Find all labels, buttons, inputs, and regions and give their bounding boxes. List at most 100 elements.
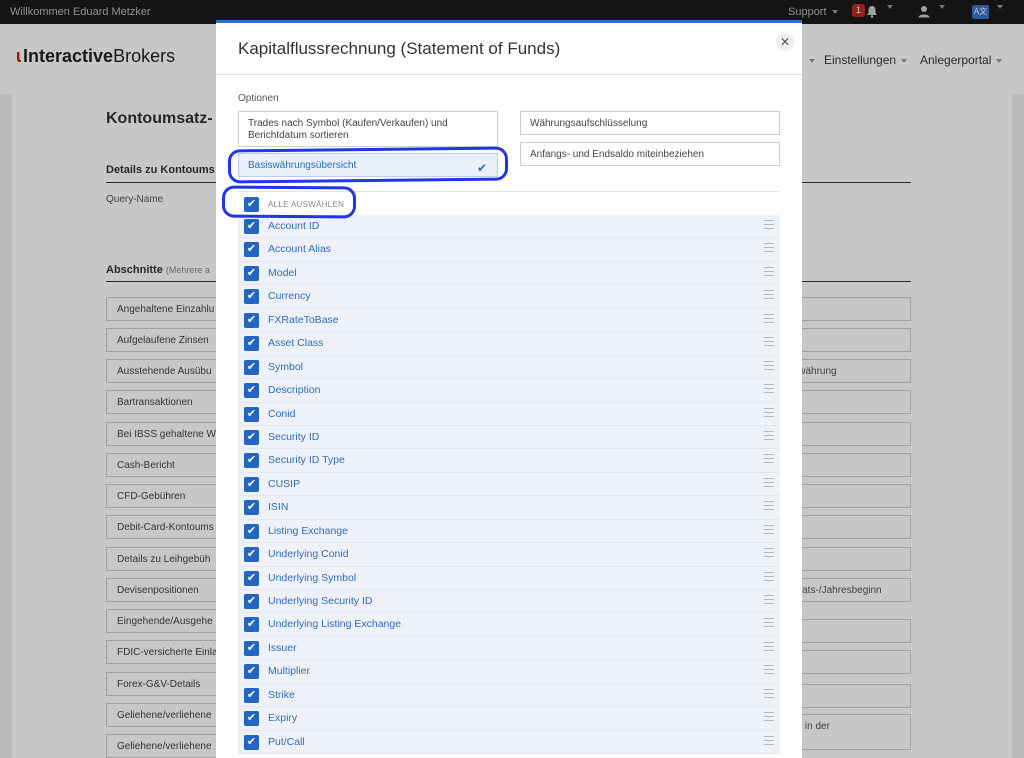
- checkmark-icon: ✔: [246, 477, 257, 490]
- field-row[interactable]: ✔ FXRateToBase: [238, 308, 780, 333]
- field-label: Issuer: [268, 641, 297, 654]
- field-checkbox[interactable]: ✔: [244, 594, 259, 609]
- field-label: CUSIP: [268, 477, 301, 490]
- field-checkbox[interactable]: ✔: [244, 406, 259, 422]
- checkmark-icon: ✔: [246, 618, 257, 631]
- field-row[interactable]: ✔ Underlying Security ID: [238, 590, 780, 614]
- field-checkbox[interactable]: ✔: [244, 734, 259, 750]
- checkmark-icon: ✔: [246, 360, 257, 373]
- field-label: Account Alias: [268, 243, 332, 256]
- checkmark-icon: ✔: [246, 220, 257, 232]
- drag-handle-icon[interactable]: [764, 266, 774, 279]
- option-sort-trades[interactable]: Trades nach Symbol (Kaufen/Verkaufen) un…: [238, 111, 498, 147]
- drag-handle-icon[interactable]: [764, 641, 774, 654]
- option-currency-breakdown[interactable]: Währungsaufschlüsselung: [520, 111, 780, 135]
- field-row[interactable]: ✔ Expiry: [238, 707, 780, 731]
- drag-handle-icon[interactable]: [764, 407, 774, 420]
- field-checkbox[interactable]: ✔: [244, 547, 259, 563]
- field-row[interactable]: ✔ Put/Call: [238, 730, 780, 755]
- field-row[interactable]: ✔ CUSIP: [238, 472, 780, 497]
- checkmark-icon: ✔: [246, 665, 257, 678]
- field-checkbox[interactable]: ✔: [244, 312, 259, 328]
- field-checkbox[interactable]: ✔: [244, 640, 259, 656]
- checkmark-icon: ✔: [246, 290, 257, 303]
- field-checkbox[interactable]: ✔: [244, 336, 259, 352]
- field-label: Put/Call: [268, 735, 305, 748]
- field-row[interactable]: ✔ Account ID: [238, 215, 780, 239]
- drag-handle-icon[interactable]: [764, 454, 774, 466]
- field-row[interactable]: ✔ Strike: [238, 683, 780, 708]
- checkmark-icon: ✔: [246, 243, 257, 256]
- drag-handle-icon[interactable]: [764, 290, 774, 302]
- checkmark-icon: ✔: [246, 712, 257, 725]
- field-label: Underlying Symbol: [268, 571, 357, 584]
- checkmark-icon: ✔: [246, 384, 257, 397]
- drag-handle-icon[interactable]: [764, 712, 774, 724]
- drag-handle-icon[interactable]: [764, 665, 774, 677]
- field-row[interactable]: ✔ Asset Class: [238, 332, 780, 356]
- field-checkbox[interactable]: ✔: [244, 664, 259, 680]
- checkmark-icon: ✔: [246, 266, 257, 279]
- highlight-annotation: [227, 146, 509, 184]
- field-checkbox[interactable]: ✔: [244, 265, 259, 281]
- field-row[interactable]: ✔ Account Alias: [238, 238, 780, 262]
- drag-handle-icon[interactable]: [764, 384, 774, 396]
- options-label: Optionen: [238, 93, 279, 104]
- field-label: Currency: [268, 290, 311, 303]
- field-label: Description: [268, 384, 321, 397]
- drag-handle-icon[interactable]: [764, 430, 774, 443]
- field-row[interactable]: ✔ Multiplier: [238, 660, 780, 684]
- field-row[interactable]: ✔ Underlying Symbol: [238, 566, 780, 590]
- field-checkbox[interactable]: ✔: [244, 711, 259, 727]
- field-label: Multiplier: [268, 665, 311, 678]
- field-label: Symbol: [268, 360, 304, 373]
- drag-handle-icon[interactable]: [764, 735, 774, 748]
- field-checkbox[interactable]: ✔: [244, 500, 259, 516]
- field-row[interactable]: ✔ Currency: [238, 285, 780, 309]
- field-row[interactable]: ✔ Security ID Type: [238, 449, 780, 473]
- highlight-annotation: [221, 185, 357, 219]
- drag-handle-icon[interactable]: [764, 571, 774, 584]
- field-row[interactable]: ✔ Underlying Listing Exchange: [238, 613, 780, 637]
- field-label: Conid: [268, 407, 296, 420]
- option-opening-closing-balance[interactable]: Anfangs- und Endsaldo miteinbeziehen: [520, 142, 780, 166]
- field-checkbox[interactable]: ✔: [244, 219, 259, 234]
- field-label: Account ID: [268, 220, 320, 232]
- field-checkbox[interactable]: ✔: [244, 570, 259, 586]
- field-checkbox[interactable]: ✔: [244, 687, 259, 703]
- field-checkbox[interactable]: ✔: [244, 289, 259, 305]
- drag-handle-icon[interactable]: [764, 618, 774, 630]
- field-row[interactable]: ✔ ISIN: [238, 496, 780, 520]
- drag-handle-icon[interactable]: [764, 360, 774, 373]
- drag-handle-icon[interactable]: [764, 501, 774, 513]
- drag-handle-icon[interactable]: [764, 243, 774, 255]
- field-checkbox[interactable]: ✔: [244, 429, 259, 445]
- field-checkbox[interactable]: ✔: [244, 617, 259, 633]
- field-list: ✔ Account ID ✔ Account Alias ✔ Model ✔ Curre…: [238, 215, 780, 755]
- field-row[interactable]: ✔ Listing Exchange: [238, 519, 780, 544]
- field-row[interactable]: ✔ Description: [238, 379, 780, 403]
- field-row[interactable]: ✔ Conid: [238, 402, 780, 426]
- field-label: Expiry: [268, 712, 298, 725]
- field-row[interactable]: ✔ Issuer: [238, 636, 780, 661]
- field-checkbox[interactable]: ✔: [244, 383, 259, 399]
- drag-handle-icon[interactable]: [764, 337, 774, 349]
- drag-handle-icon[interactable]: [764, 688, 774, 701]
- checkmark-icon: ✔: [246, 571, 257, 584]
- field-row[interactable]: ✔ Security ID: [238, 425, 780, 450]
- field-row[interactable]: ✔ Symbol: [238, 355, 780, 380]
- field-row[interactable]: ✔ Underlying Conid: [238, 543, 780, 567]
- field-row[interactable]: ✔ Model: [238, 261, 780, 286]
- drag-handle-icon[interactable]: [764, 220, 774, 232]
- drag-handle-icon[interactable]: [764, 313, 774, 326]
- field-checkbox[interactable]: ✔: [244, 476, 259, 492]
- drag-handle-icon[interactable]: [764, 524, 774, 537]
- field-checkbox[interactable]: ✔: [244, 359, 259, 375]
- drag-handle-icon[interactable]: [764, 548, 774, 560]
- field-checkbox[interactable]: ✔: [244, 242, 259, 258]
- field-checkbox[interactable]: ✔: [244, 523, 259, 539]
- field-checkbox[interactable]: ✔: [244, 453, 259, 469]
- drag-handle-icon[interactable]: [764, 477, 774, 490]
- drag-handle-icon[interactable]: [764, 595, 774, 607]
- close-button[interactable]: ✕: [776, 33, 794, 51]
